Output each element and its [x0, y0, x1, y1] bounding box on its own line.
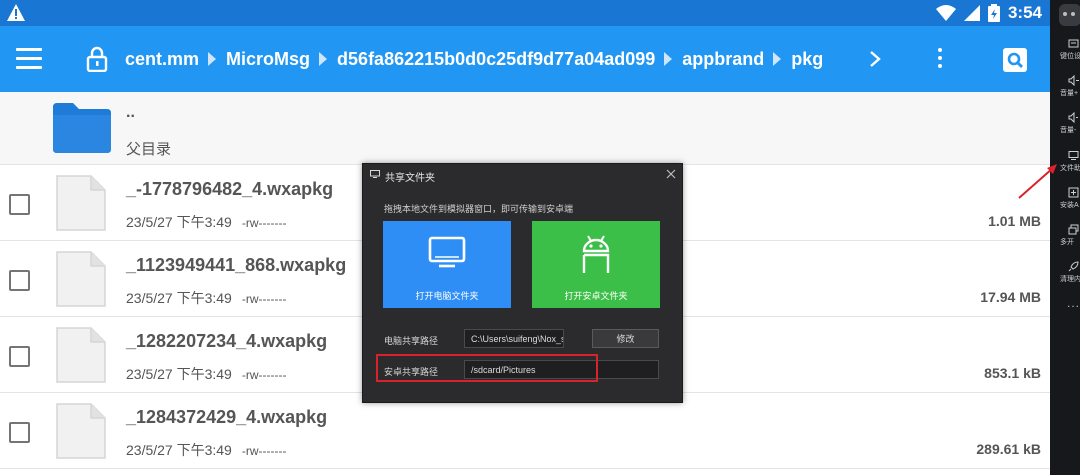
- file-permissions: -rw-------: [241, 216, 287, 230]
- search-icon[interactable]: [1003, 48, 1027, 72]
- file-size: 289.61 kB: [976, 441, 1041, 457]
- breadcrumb-separator-icon: [773, 52, 782, 66]
- parent-directory-row[interactable]: .. 父目录: [0, 92, 1050, 165]
- breadcrumb-separator-icon: [208, 52, 217, 66]
- file-icon: [56, 251, 106, 307]
- lock-icon[interactable]: [86, 46, 108, 72]
- emulator-sidebar: 键位设 音量+ 音量- 文件助 安装A 多开 清理内 ...: [1050, 0, 1080, 475]
- open-android-folder-label: 打开安卓文件夹: [564, 291, 628, 301]
- clock: 3:54: [1007, 3, 1042, 22]
- battery-icon: [987, 4, 1000, 22]
- select-checkbox[interactable]: [9, 422, 30, 443]
- overflow-menu-icon[interactable]: [936, 48, 944, 72]
- app-bar: cent.mm MicroMsg d56fa862215b0d0c25df9d7…: [0, 26, 1050, 92]
- file-date: 23/5/27 下午3:49: [126, 442, 232, 458]
- volume-down-icon: [1068, 112, 1078, 123]
- close-icon[interactable]: [666, 169, 676, 179]
- computer-monitor-icon: [428, 236, 466, 268]
- file-meta: 23/5/27 下午3:49 -rw-------: [126, 212, 287, 232]
- breadcrumb: cent.mm MicroMsg d56fa862215b0d0c25df9d7…: [125, 26, 823, 92]
- highlight-box: [376, 354, 598, 382]
- warning-icon: [7, 4, 25, 21]
- dialog-description: 拖拽本地文件到模拟器窗口，即可传输到安卓端: [384, 204, 574, 214]
- rocket-icon: [1068, 261, 1079, 272]
- dialog-title: 共享文件夹: [385, 173, 435, 184]
- breadcrumb-separator-icon: [664, 52, 673, 66]
- file-permissions: -rw-------: [241, 368, 287, 382]
- file-name: _1282207234_4.wxapkg: [126, 331, 328, 351]
- parent-dir-name: ..: [126, 104, 135, 121]
- file-date: 23/5/27 下午3:49: [126, 214, 232, 230]
- file-name: _-1778796482_4.wxapkg: [126, 179, 334, 199]
- monitor-icon: [1068, 151, 1079, 160]
- open-android-folder-button[interactable]: 打开安卓文件夹: [532, 221, 660, 308]
- file-icon: [56, 175, 106, 231]
- select-checkbox[interactable]: [9, 270, 30, 291]
- sidebar-item-label: 清理内: [1060, 276, 1080, 283]
- file-date: 23/5/27 下午3:49: [126, 290, 232, 306]
- signal-icon: [963, 5, 980, 21]
- android-icon: [582, 235, 610, 273]
- select-checkbox[interactable]: [9, 194, 30, 215]
- file-date: 23/5/27 下午3:49: [126, 366, 232, 382]
- status-right: 3:54: [935, 0, 1042, 26]
- file-size: 17.94 MB: [980, 289, 1041, 305]
- more-options-icon[interactable]: [1059, 4, 1080, 26]
- sidebar-more[interactable]: ...: [1067, 296, 1080, 310]
- breadcrumb-item[interactable]: d56fa862215b0d0c25df9d77a04ad099: [337, 49, 655, 70]
- file-permissions: -rw-------: [241, 292, 287, 306]
- install-icon: [1068, 187, 1079, 198]
- file-meta: 23/5/27 下午3:49 -rw-------: [126, 364, 287, 384]
- android-screen: 3:54 cent.mm MicroMsg d56fa862215b0d0c25…: [0, 0, 1050, 475]
- multi-window-icon: [1068, 224, 1079, 235]
- sidebar-item-label: 键位设: [1060, 53, 1080, 60]
- file-icon: [56, 327, 106, 383]
- sidebar-item-label: 音量+: [1060, 90, 1079, 97]
- pc-path-label: 电脑共享路径: [384, 336, 439, 346]
- wifi-icon: [935, 5, 956, 21]
- file-size: 1.01 MB: [988, 213, 1041, 229]
- dialog-titlebar[interactable]: 共享文件夹: [363, 164, 682, 186]
- volume-up-icon: [1068, 75, 1079, 86]
- parent-dir-label: 父目录: [126, 141, 172, 158]
- breadcrumb-item[interactable]: cent.mm: [125, 49, 199, 70]
- keyboard-icon: [1068, 39, 1079, 48]
- pc-path-field[interactable]: C:\Users\suifeng\Nox_sha: [464, 329, 564, 348]
- file-meta: 23/5/27 下午3:49 -rw-------: [126, 288, 287, 308]
- status-bar: 3:54: [0, 0, 1050, 26]
- sidebar-item-multi-instance[interactable]: 多开: [1050, 224, 1080, 247]
- chevron-right-icon[interactable]: [868, 50, 882, 68]
- list-item[interactable]: _1284372429_4.wxapkg 23/5/27 下午3:49 -rw--…: [0, 393, 1050, 469]
- sidebar-item-label: 多开: [1060, 239, 1074, 246]
- file-name: _1123949441_868.wxapkg: [126, 255, 347, 275]
- file-icon: [56, 403, 106, 459]
- red-arrow-annotation: [1018, 164, 1057, 199]
- file-name: _1284372429_4.wxapkg: [126, 407, 328, 427]
- sidebar-item-clean-memory[interactable]: 清理内: [1050, 261, 1080, 284]
- sidebar-item-volume-up[interactable]: 音量+: [1050, 75, 1080, 98]
- sidebar-item-label: 音量-: [1060, 127, 1077, 134]
- sidebar-item-keymapping[interactable]: 键位设: [1050, 38, 1080, 61]
- file-meta: 23/5/27 下午3:49 -rw-------: [126, 440, 287, 460]
- select-checkbox[interactable]: [9, 346, 30, 367]
- breadcrumb-item[interactable]: appbrand: [682, 49, 764, 70]
- sidebar-item-volume-down[interactable]: 音量-: [1050, 112, 1080, 135]
- breadcrumb-item[interactable]: pkg: [791, 49, 823, 70]
- open-pc-folder-label: 打开电脑文件夹: [415, 291, 479, 301]
- open-pc-folder-button[interactable]: 打开电脑文件夹: [383, 221, 511, 308]
- folder-icon: [53, 103, 111, 153]
- breadcrumb-separator-icon: [319, 52, 328, 66]
- breadcrumb-item[interactable]: MicroMsg: [226, 49, 310, 70]
- menu-icon[interactable]: [16, 48, 42, 70]
- file-size: 853.1 kB: [984, 365, 1041, 381]
- file-permissions: -rw-------: [241, 444, 287, 458]
- modify-button[interactable]: 修改: [592, 329, 659, 348]
- monitor-icon: [370, 170, 380, 178]
